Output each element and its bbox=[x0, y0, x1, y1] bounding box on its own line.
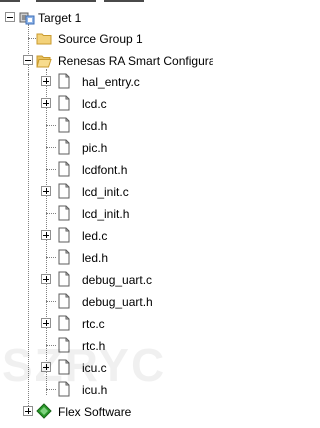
tree-line bbox=[46, 257, 56, 258]
tree-node-target[interactable]: Target 1 bbox=[0, 7, 213, 29]
tree-node-file[interactable]: led.h bbox=[0, 247, 213, 269]
tree-line bbox=[46, 345, 56, 346]
collapse-toggle[interactable] bbox=[23, 55, 33, 65]
file-icon bbox=[58, 315, 70, 331]
file-icon bbox=[58, 381, 70, 397]
tree-node-file[interactable]: hal_entry.c bbox=[0, 71, 213, 93]
tree-node-file[interactable]: rtc.c bbox=[0, 313, 213, 335]
tree-node-file[interactable]: debug_uart.c bbox=[0, 269, 213, 291]
tree-label: lcd.c bbox=[82, 97, 107, 111]
tree-label: lcd_init.h bbox=[82, 207, 130, 221]
tree-node-file[interactable]: pic.h bbox=[0, 137, 213, 159]
tree-label: rtc.h bbox=[82, 339, 106, 353]
tree-label: rtc.c bbox=[82, 317, 105, 331]
file-icon bbox=[58, 161, 70, 177]
file-icon bbox=[58, 95, 70, 111]
tree-label: pic.h bbox=[82, 141, 108, 155]
tree-label: icu.h bbox=[82, 383, 108, 397]
tree-label: icu.c bbox=[82, 361, 107, 375]
tree-label: Target 1 bbox=[38, 11, 82, 25]
expand-toggle[interactable] bbox=[41, 362, 51, 372]
tree-node-source-group[interactable]: Source Group 1 bbox=[0, 28, 213, 50]
file-icon bbox=[58, 359, 70, 375]
tree-label: Flex Software bbox=[58, 405, 132, 419]
file-icon bbox=[58, 337, 70, 353]
tree-label: Renesas RA Smart Configurator bbox=[58, 54, 213, 68]
tree-label: lcd_init.c bbox=[82, 185, 129, 199]
expand-toggle[interactable] bbox=[23, 406, 33, 416]
tree-node-file[interactable]: led.c bbox=[0, 225, 213, 247]
tree-node-file[interactable]: lcdfont.h bbox=[0, 159, 213, 181]
tree-label: led.c bbox=[82, 229, 108, 243]
expand-toggle[interactable] bbox=[41, 186, 51, 196]
folder-icon bbox=[36, 33, 52, 45]
expand-toggle[interactable] bbox=[41, 76, 51, 86]
tree-label: Source Group 1 bbox=[58, 32, 143, 46]
tree-node-flex-software[interactable]: Flex Software bbox=[0, 401, 213, 423]
tree-line bbox=[46, 147, 56, 148]
tree-node-file[interactable]: lcd.c bbox=[0, 93, 213, 115]
tree-label: lcdfont.h bbox=[82, 163, 128, 177]
project-tree: Target 1 Source Group 1 Renesas RA Smart… bbox=[0, 0, 213, 428]
file-icon bbox=[58, 117, 70, 133]
tree-line bbox=[46, 125, 56, 126]
expand-toggle[interactable] bbox=[41, 274, 51, 284]
tree-label: led.h bbox=[82, 251, 109, 265]
tree-node-file[interactable]: debug_uart.h bbox=[0, 291, 213, 313]
flex-software-icon bbox=[36, 403, 52, 419]
file-icon bbox=[58, 205, 70, 221]
tree-line bbox=[46, 213, 56, 214]
file-icon bbox=[58, 293, 70, 309]
file-icon bbox=[58, 73, 70, 89]
expand-toggle[interactable] bbox=[41, 318, 51, 328]
tree-node-file[interactable]: lcd_init.c bbox=[0, 181, 213, 203]
file-icon bbox=[58, 139, 70, 155]
file-icon bbox=[58, 271, 70, 287]
tree-label: debug_uart.h bbox=[82, 295, 153, 309]
file-icon bbox=[58, 227, 70, 243]
tree-node-file[interactable]: lcd_init.h bbox=[0, 203, 213, 225]
tree-line bbox=[46, 389, 56, 390]
expand-toggle[interactable] bbox=[41, 230, 51, 240]
tree-line bbox=[28, 38, 36, 39]
tree-node-file[interactable]: lcd.h bbox=[0, 115, 213, 137]
tree-node-renesas-group[interactable]: Renesas RA Smart Configurator bbox=[0, 50, 213, 72]
target-icon bbox=[19, 12, 35, 25]
tree-node-file[interactable]: icu.c bbox=[0, 357, 213, 379]
file-icon bbox=[58, 183, 70, 199]
tree-line bbox=[46, 169, 56, 170]
tree-label: debug_uart.c bbox=[82, 273, 153, 287]
expand-toggle[interactable] bbox=[41, 98, 51, 108]
tree-node-file[interactable]: rtc.h bbox=[0, 335, 213, 357]
collapse-toggle[interactable] bbox=[5, 12, 15, 22]
open-folder-icon bbox=[36, 55, 52, 68]
tree-node-file[interactable]: icu.h bbox=[0, 379, 213, 401]
file-icon bbox=[58, 249, 70, 265]
tree-label: hal_entry.c bbox=[82, 75, 140, 89]
tree-line bbox=[46, 301, 56, 302]
tree-label: lcd.h bbox=[82, 119, 108, 133]
